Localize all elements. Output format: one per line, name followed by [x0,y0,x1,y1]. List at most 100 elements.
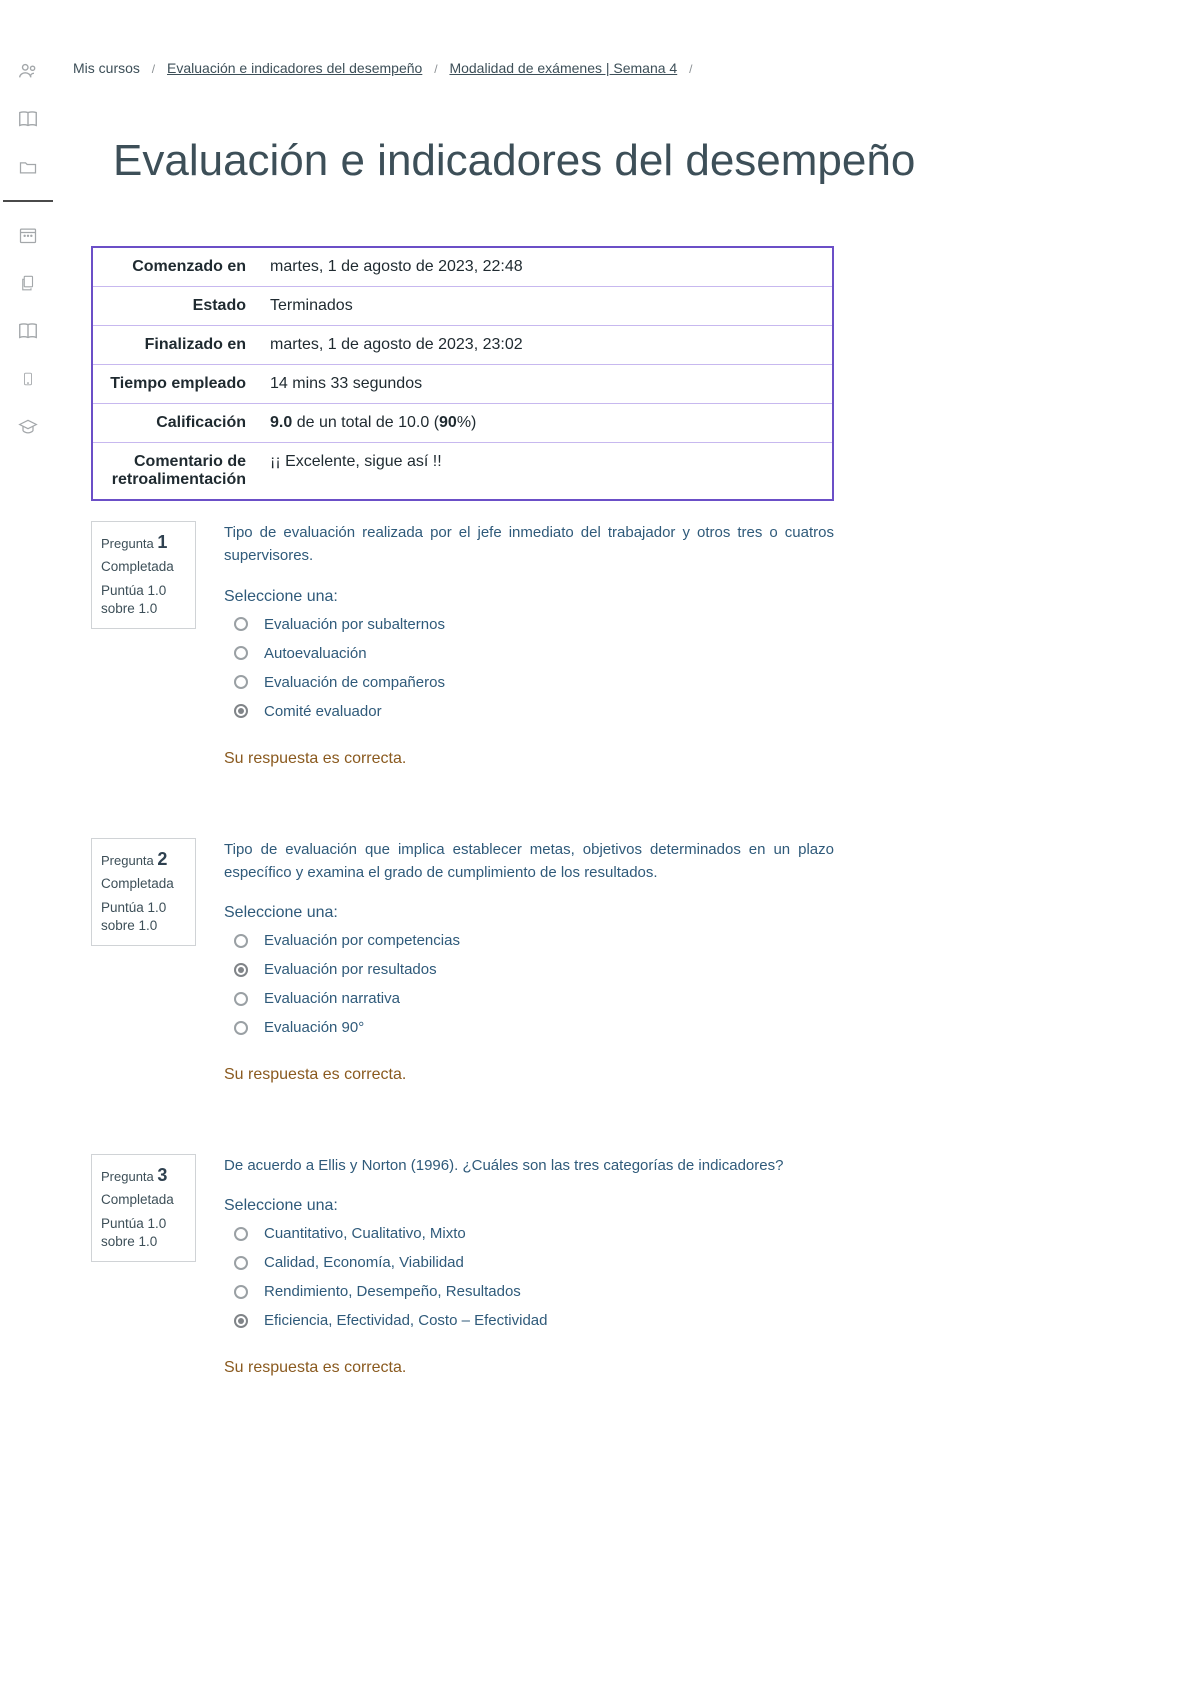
breadcrumb-separator: / [689,62,692,76]
radio-icon[interactable] [234,1021,248,1035]
select-one-label: Seleccione una: [224,1197,834,1215]
option-label: Autoevaluación [264,645,367,662]
library-icon[interactable] [17,320,39,342]
summary-value: 14 mins 33 segundos [258,365,832,403]
summary-label: Tiempo empleado [93,365,258,403]
option-row[interactable]: Evaluación por competencias [224,932,834,949]
sidebar-separator [3,200,53,202]
question-points: Puntúa 1.0 sobre 1.0 [101,582,186,618]
summary-row: Comenzado enmartes, 1 de agosto de 2023,… [93,248,832,287]
breadcrumb-item[interactable]: Modalidad de exámenes | Semana 4 [449,60,677,76]
graduation-icon[interactable] [17,416,39,438]
question-block: Pregunta 3 Completada Puntúa 1.0 sobre 1.0… [91,1154,834,1377]
question-points: Puntúa 1.0 sobre 1.0 [101,1215,186,1251]
question-heading: Pregunta 3 [101,1165,186,1186]
option-label: Evaluación por competencias [264,932,460,949]
option-label: Evaluación narrativa [264,990,400,1007]
folder-icon[interactable] [17,156,39,178]
summary-row: Finalizado enmartes, 1 de agosto de 2023… [93,326,832,365]
question-prompt: Tipo de evaluación realizada por el jefe… [224,521,834,568]
option-row[interactable]: Evaluación 90° [224,1019,834,1036]
summary-row: Comentario de retroalimentación¡¡ Excele… [93,443,832,499]
option-row[interactable]: Comité evaluador [224,703,834,720]
summary-row: Calificación9.0 de un total de 10.0 (90%… [93,404,832,443]
summary-row: Tiempo empleado14 mins 33 segundos [93,365,832,404]
breadcrumb-item[interactable]: Mis cursos [73,60,140,76]
feedback-text: Su respuesta es correcta. [224,1359,834,1377]
question-status: Completada [101,559,186,574]
feedback-text: Su respuesta es correcta. [224,750,834,768]
option-row[interactable]: Evaluación de compañeros [224,674,834,691]
summary-table: Comenzado enmartes, 1 de agosto de 2023,… [91,246,834,501]
option-row[interactable]: Autoevaluación [224,645,834,662]
summary-label: Estado [93,287,258,325]
option-row[interactable]: Rendimiento, Desempeño, Resultados [224,1283,834,1300]
radio-icon[interactable] [234,992,248,1006]
option-row[interactable]: Calidad, Economía, Viabilidad [224,1254,834,1271]
question-prompt: De acuerdo a Ellis y Norton (1996). ¿Cuá… [224,1154,834,1177]
summary-value: martes, 1 de agosto de 2023, 22:48 [258,248,832,286]
summary-label: Comentario de retroalimentación [93,443,258,499]
option-label: Calidad, Economía, Viabilidad [264,1254,464,1271]
summary-label: Finalizado en [93,326,258,364]
radio-icon[interactable] [234,963,248,977]
breadcrumb-separator: / [152,62,155,76]
option-row[interactable]: Evaluación narrativa [224,990,834,1007]
breadcrumb-item[interactable]: Evaluación e indicadores del desempeño [167,60,422,76]
question-body: Tipo de evaluación que implica establece… [224,838,834,1085]
option-label: Evaluación de compañeros [264,674,445,691]
copy-icon[interactable] [17,272,39,294]
breadcrumbs: Mis cursos / Evaluación e indicadores de… [73,60,1164,76]
question-status: Completada [101,1192,186,1207]
question-status: Completada [101,876,186,891]
option-label: Evaluación por resultados [264,961,437,978]
calendar-icon[interactable] [17,224,39,246]
option-row[interactable]: Evaluación por resultados [224,961,834,978]
option-label: Eficiencia, Efectividad, Costo – Efectiv… [264,1312,547,1329]
summary-value: ¡¡ Excelente, sigue así !! [258,443,832,499]
main-content: Mis cursos / Evaluación e indicadores de… [55,0,1200,1698]
feedback-text: Su respuesta es correcta. [224,1066,834,1084]
option-label: Evaluación 90° [264,1019,364,1036]
users-icon[interactable] [17,60,39,82]
radio-icon[interactable] [234,934,248,948]
option-label: Comité evaluador [264,703,382,720]
option-row[interactable]: Cuantitativo, Cualitativo, Mixto [224,1225,834,1242]
question-body: De acuerdo a Ellis y Norton (1996). ¿Cuá… [224,1154,834,1377]
question-info-box: Pregunta 2 Completada Puntúa 1.0 sobre 1.0 [91,838,196,946]
radio-icon[interactable] [234,1256,248,1270]
sidebar [0,0,55,1698]
summary-row: EstadoTerminados [93,287,832,326]
option-label: Cuantitativo, Cualitativo, Mixto [264,1225,466,1242]
radio-icon[interactable] [234,1227,248,1241]
phone-icon[interactable] [17,368,39,390]
option-row[interactable]: Eficiencia, Efectividad, Costo – Efectiv… [224,1312,834,1329]
select-one-label: Seleccione una: [224,904,834,922]
option-label: Rendimiento, Desempeño, Resultados [264,1283,521,1300]
breadcrumb-separator: / [434,62,437,76]
question-heading: Pregunta 2 [101,849,186,870]
question-info-box: Pregunta 3 Completada Puntúa 1.0 sobre 1.0 [91,1154,196,1262]
book-icon[interactable] [17,108,39,130]
radio-icon[interactable] [234,1314,248,1328]
summary-value: martes, 1 de agosto de 2023, 23:02 [258,326,832,364]
question-info-box: Pregunta 1CompletadaPuntúa 1.0 sobre 1.0 [91,521,196,629]
question-body: Tipo de evaluación realizada por el jefe… [224,521,834,768]
radio-icon[interactable] [234,646,248,660]
question-points: Puntúa 1.0 sobre 1.0 [101,899,186,935]
summary-label: Calificación [93,404,258,442]
radio-icon[interactable] [234,1285,248,1299]
option-label: Evaluación por subalternos [264,616,445,633]
summary-value: 9.0 de un total de 10.0 (90%) [258,404,832,442]
question-block: Pregunta 1CompletadaPuntúa 1.0 sobre 1.0… [91,521,834,768]
radio-icon[interactable] [234,675,248,689]
radio-icon[interactable] [234,617,248,631]
summary-value: Terminados [258,287,832,325]
select-one-label: Seleccione una: [224,588,834,606]
radio-icon[interactable] [234,704,248,718]
question-block: Pregunta 2 Completada Puntúa 1.0 sobre 1.0… [91,838,834,1085]
summary-label: Comenzado en [93,248,258,286]
page-title: Evaluación e indicadores del desempeño [113,136,1164,186]
question-prompt: Tipo de evaluación que implica establece… [224,838,834,885]
option-row[interactable]: Evaluación por subalternos [224,616,834,633]
